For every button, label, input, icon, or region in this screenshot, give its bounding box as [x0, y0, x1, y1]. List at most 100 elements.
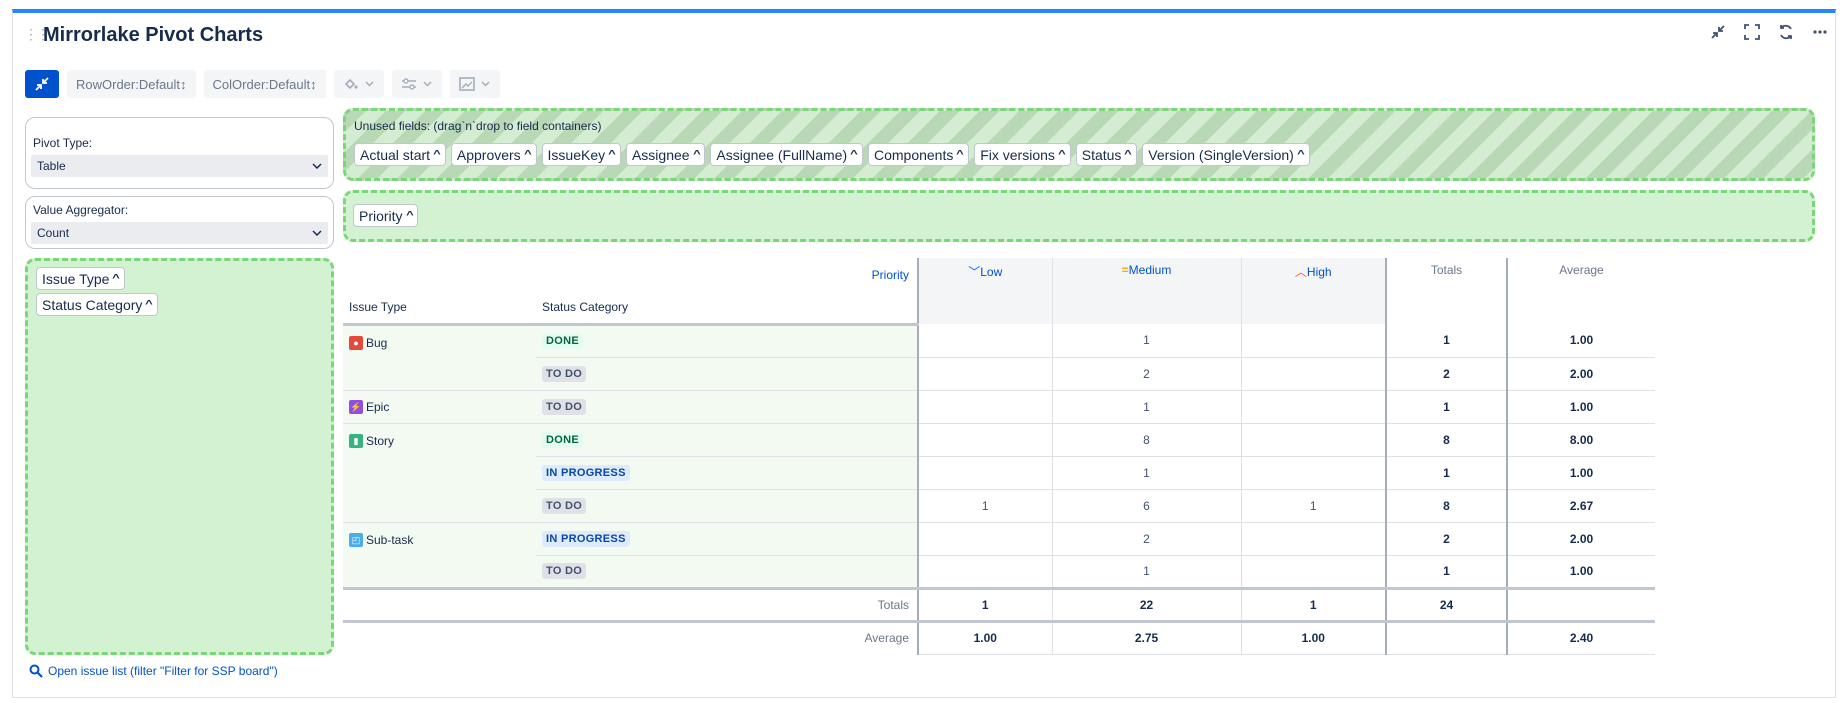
export-menu-button[interactable] [449, 70, 500, 98]
value-cell[interactable]: 6 [1051, 489, 1241, 523]
grand-total-cell: 24 [1385, 586, 1507, 622]
high-priority-icon: ︿ [1294, 265, 1307, 279]
field-chip[interactable]: IssueKey ^ [541, 143, 621, 166]
row-average-cell: 2.00 [1506, 357, 1655, 391]
status-lozenge: TO DO [542, 365, 587, 382]
medium-priority-icon: = [1121, 263, 1129, 277]
value-cell[interactable] [1240, 423, 1386, 457]
table-row: TO DO 1 6 1 8 2.67 [343, 489, 1655, 523]
collapse-config-button[interactable] [25, 70, 59, 98]
open-issue-list-link[interactable]: Open issue list (filter "Filter for SSP … [29, 664, 278, 678]
column-header-high[interactable]: ︿High [1240, 258, 1386, 324]
column-total-cell: 1 [1240, 586, 1386, 622]
table-row: IN PROGRESS 1 1 1.00 [343, 456, 1655, 490]
value-cell[interactable] [1240, 357, 1386, 391]
table-row: ▮ Story DONE 8 8 8.00 [343, 423, 1655, 523]
row-average-cell: 2.00 [1506, 522, 1655, 556]
totals-row-label: Totals [343, 586, 918, 621]
aggregator-select[interactable]: Count [31, 222, 328, 244]
field-chip[interactable]: Fix versions ^ [974, 143, 1071, 166]
field-chip-issue-type[interactable]: Issue Type ^ [36, 267, 126, 290]
pivot-table: Priority ﹀Low =Medium ︿High Totals Avera… [343, 258, 1655, 655]
row-total-cell: 2 [1385, 522, 1507, 556]
more-icon[interactable] [1810, 22, 1830, 42]
value-cell[interactable] [1240, 555, 1386, 589]
chevron-down-icon [481, 81, 490, 87]
row-order-button[interactable]: RowOrder:Default↕ [67, 70, 196, 98]
unused-fields-container[interactable]: Unused fields: (drag`n`drop to field con… [343, 108, 1815, 181]
value-cell[interactable]: 2 [1051, 357, 1241, 391]
column-average-cell: 1.00 [1240, 619, 1386, 655]
caret-up-icon: ^ [1124, 149, 1133, 160]
row-header-issue-type: Issue Type [343, 291, 536, 326]
refresh-icon[interactable] [1776, 22, 1796, 42]
fullscreen-icon[interactable] [1742, 22, 1762, 42]
value-cell[interactable] [917, 522, 1052, 556]
collapse-icon[interactable] [1708, 22, 1728, 42]
value-cell[interactable] [917, 456, 1052, 490]
row-average-cell: 1.00 [1506, 390, 1655, 424]
field-chip[interactable]: Components ^ [867, 143, 970, 166]
table-row: ◰ Sub-task IN PROGRESS 2 2 2.00 [343, 522, 1655, 588]
row-total-cell: 8 [1385, 489, 1507, 523]
value-cell[interactable]: 8 [1051, 423, 1241, 457]
row-total-cell: 1 [1385, 555, 1507, 589]
field-chip[interactable]: Version (SingleVersion) ^ [1142, 143, 1310, 166]
value-cell[interactable] [917, 324, 1052, 358]
value-cell[interactable] [917, 555, 1052, 589]
value-cell[interactable]: 1 [1051, 324, 1241, 358]
value-cell[interactable]: 1 [917, 489, 1052, 523]
value-cell[interactable] [917, 423, 1052, 457]
caret-up-icon: ^ [850, 149, 858, 160]
caret-up-icon: ^ [145, 299, 154, 310]
status-lozenge: TO DO [542, 563, 587, 579]
value-cell[interactable]: 1 [1051, 456, 1241, 490]
priority-axis-label: Priority [536, 258, 918, 291]
field-chip[interactable]: Status ^ [1075, 143, 1138, 166]
value-cell[interactable] [1240, 522, 1386, 556]
field-chip[interactable]: Actual start ^ [354, 143, 446, 166]
average-header: Average [1506, 258, 1655, 324]
value-cell[interactable] [917, 357, 1052, 391]
status-lozenge: IN PROGRESS [542, 464, 630, 481]
value-cell[interactable]: 1 [1240, 489, 1386, 523]
field-chip-status-category[interactable]: Status Category ^ [36, 293, 159, 316]
value-cell[interactable] [1240, 324, 1386, 358]
field-chip[interactable]: Assignee ^ [625, 143, 706, 166]
aggregator-value: Count [37, 226, 70, 240]
column-average-cell: 2.75 [1051, 619, 1241, 655]
color-menu-button[interactable] [333, 70, 384, 98]
column-average-cell: 1.00 [917, 619, 1052, 655]
field-chip-priority[interactable]: Priority ^ [353, 204, 419, 227]
status-lozenge: IN PROGRESS [542, 530, 630, 547]
field-chip[interactable]: Assignee (FullName) ^ [710, 143, 863, 166]
value-cell[interactable]: 1 [1051, 390, 1241, 424]
value-cell[interactable]: 2 [1051, 522, 1241, 556]
table-row: ⚡ Epic TO DO 1 1 1.00 [343, 390, 1655, 424]
row-fields-container[interactable]: Issue Type ^ Status Category ^ [25, 258, 334, 655]
low-priority-icon: ﹀ [968, 265, 981, 279]
col-order-button[interactable]: ColOrder:Default↕ [203, 70, 326, 98]
row-average-cell: 1.00 [1506, 555, 1655, 589]
average-row: Average 1.00 2.75 1.00 2.40 [343, 619, 1655, 655]
column-header-low[interactable]: ﹀Low [917, 258, 1052, 324]
value-cell[interactable] [1240, 390, 1386, 424]
row-average-cell: 1.00 [1506, 456, 1655, 490]
issue-type-cell: ● Bug [343, 324, 536, 391]
column-fields-container[interactable]: Priority ^ [343, 190, 1815, 242]
pivot-type-value: Table [37, 159, 66, 173]
value-cell[interactable] [1240, 456, 1386, 490]
pivot-type-select[interactable]: Table [31, 155, 328, 177]
caret-up-icon: ^ [405, 210, 414, 221]
status-lozenge: TO DO [542, 497, 587, 514]
caret-up-icon: ^ [523, 149, 532, 160]
value-cell[interactable] [917, 390, 1052, 424]
caret-up-icon: ^ [112, 273, 121, 284]
settings-menu-button[interactable] [391, 70, 442, 98]
value-cell[interactable]: 1 [1051, 555, 1241, 589]
field-chip[interactable]: Approvers ^ [450, 143, 537, 166]
epic-icon: ⚡ [349, 400, 363, 415]
column-header-medium[interactable]: =Medium [1051, 258, 1241, 324]
image-icon [459, 77, 475, 91]
shrink-icon [35, 77, 49, 91]
